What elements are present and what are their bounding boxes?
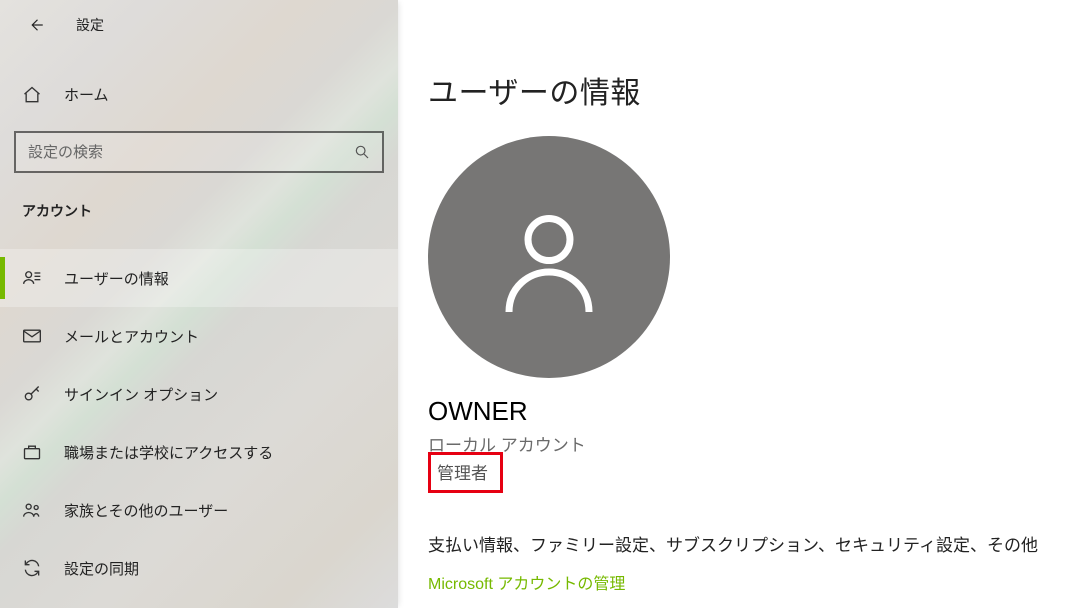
nav-sync[interactable]: 設定の同期: [0, 539, 398, 597]
nav-family[interactable]: 家族とその他のユーザー: [0, 481, 398, 539]
person-icon: [489, 197, 609, 317]
user-badge-icon: [22, 268, 42, 288]
sync-icon: [22, 558, 42, 578]
user-avatar: [428, 136, 670, 378]
user-name: OWNER: [428, 396, 1040, 427]
category-label: アカウント: [0, 173, 398, 233]
search-input[interactable]: [28, 144, 352, 161]
nav-label: ユーザーの情報: [64, 268, 169, 289]
nav-work-school[interactable]: 職場または学校にアクセスする: [0, 423, 398, 481]
nav-user-info[interactable]: ユーザーの情報: [0, 249, 398, 307]
manage-account-link[interactable]: Microsoft アカウントの管理: [428, 570, 1040, 594]
home-icon: [22, 85, 42, 105]
mail-icon: [22, 326, 42, 346]
header-row: 設定: [0, 0, 398, 50]
account-type: ローカル アカウント: [428, 431, 1040, 456]
settings-description: 支払い情報、ファミリー設定、サブスクリプション、セキュリティ設定、その他: [428, 531, 1040, 556]
window-title: 設定: [76, 15, 104, 35]
nav-signin[interactable]: サインイン オプション: [0, 365, 398, 423]
nav-label: サインイン オプション: [64, 384, 218, 405]
arrow-left-icon: [26, 15, 46, 35]
search-icon: [352, 142, 372, 162]
main-content: ユーザーの情報 OWNER ローカル アカウント 管理者 支払い情報、ファミリー…: [398, 0, 1080, 608]
briefcase-icon: [22, 442, 42, 462]
nav-label: 職場または学校にアクセスする: [64, 442, 273, 463]
nav-email[interactable]: メールとアカウント: [0, 307, 398, 365]
settings-sidebar: 設定 ホーム アカウント ユーザーの情報: [0, 0, 398, 608]
page-title: ユーザーの情報: [428, 68, 1040, 112]
nav-list: ユーザーの情報 メールとアカウント サインイン オプション: [0, 249, 398, 597]
search-box[interactable]: [14, 131, 384, 173]
user-role-highlight: 管理者: [428, 452, 503, 493]
key-icon: [22, 384, 42, 404]
nav-label: 家族とその他のユーザー: [64, 500, 228, 521]
nav-label: 設定の同期: [64, 558, 139, 579]
back-button[interactable]: [22, 11, 50, 39]
nav-label: メールとアカウント: [64, 326, 199, 347]
people-icon: [22, 500, 42, 520]
home-nav[interactable]: ホーム: [0, 72, 398, 117]
home-label: ホーム: [64, 84, 109, 105]
